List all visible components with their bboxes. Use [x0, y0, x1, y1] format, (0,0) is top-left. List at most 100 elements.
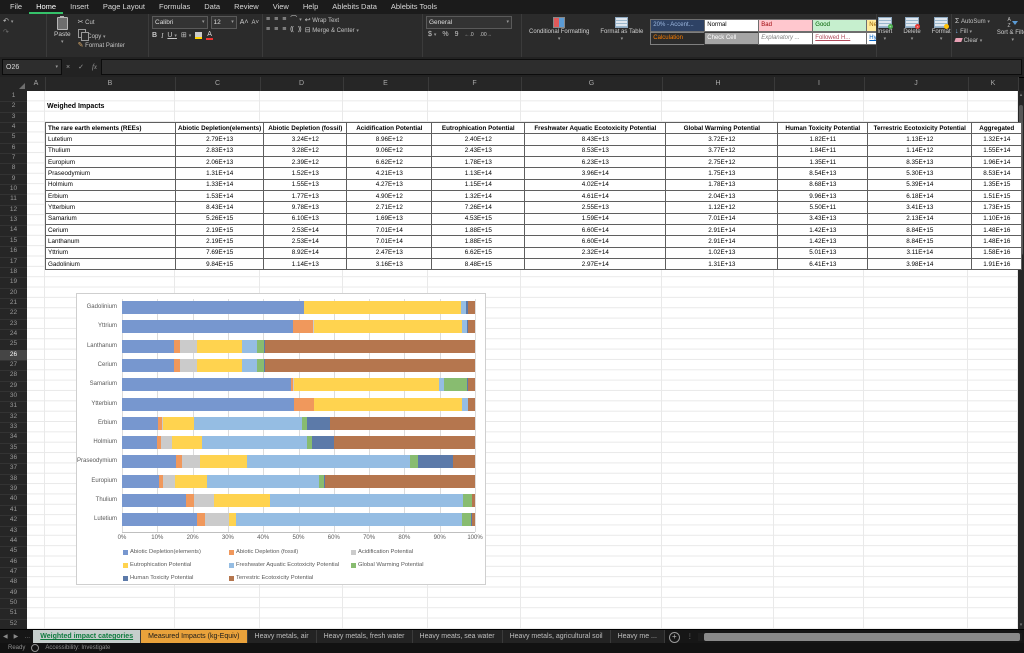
- sort-filter-button[interactable]: AZ Sort & Filter▾: [993, 16, 1024, 44]
- percent-style-icon[interactable]: %: [442, 31, 448, 39]
- sheet-tab-weighted-impact-categories[interactable]: Weighted impact categories: [33, 630, 141, 644]
- column-header-b[interactable]: B: [45, 77, 176, 91]
- chart-segment-abiotic-depletion-fossil[interactable]: [197, 513, 206, 526]
- sheet-tab-heavy-metals-agricultural-soil[interactable]: Heavy metals, agricultural soil: [503, 630, 611, 644]
- column-header-k[interactable]: K: [968, 77, 1019, 91]
- formula-cancel-icon[interactable]: ×: [62, 64, 74, 71]
- table-cell[interactable]: 5.39E+14: [868, 179, 972, 190]
- chart-legend-item-human-toxicity-potential[interactable]: Human Toxicity Potential: [123, 575, 193, 581]
- menu-tab-review[interactable]: Review: [227, 0, 266, 14]
- table-cell[interactable]: 3.41E+13: [868, 202, 972, 213]
- table-header-abiotic-depletion-fossil[interactable]: Abiotic Depletion (fossil): [264, 123, 347, 134]
- chart-bar-praseodymium[interactable]: [122, 455, 475, 468]
- table-cell[interactable]: 5.01E+13: [778, 247, 868, 258]
- chart-segment-human-toxicity-potential[interactable]: [312, 436, 335, 449]
- table-cell[interactable]: 2.97E+14: [525, 259, 666, 270]
- chart-segment-abiotic-depletion-elements[interactable]: [122, 398, 294, 411]
- sheet-tab-heavy-metals-fresh-water[interactable]: Heavy metals, fresh water: [317, 630, 413, 644]
- table-header-freshwater-aquatic-ecotoxicity-potential[interactable]: Freshwater Aquatic Ecotoxicity Potential: [525, 123, 666, 134]
- align-top-icon[interactable]: ≡: [266, 16, 270, 24]
- paste-button[interactable]: Paste ▾: [50, 16, 75, 46]
- table-cell[interactable]: 8.43E+13: [525, 134, 666, 145]
- table-cell[interactable]: 7.01E+14: [347, 225, 432, 236]
- table-cell[interactable]: 1.42E+13: [778, 236, 868, 247]
- chart-segment-global-warming-potential[interactable]: [257, 359, 264, 372]
- align-center-icon[interactable]: ≡: [274, 26, 278, 34]
- style-chip-hyperlink[interactable]: Hyperlink: [866, 32, 877, 45]
- new-sheet-button[interactable]: +: [669, 632, 680, 643]
- chart-segment-terrestric-ecotoxicity-potential[interactable]: [472, 513, 475, 526]
- table-cell[interactable]: Erbium: [46, 191, 176, 202]
- fill-button[interactable]: ↓ Fill ▾: [955, 28, 990, 36]
- chart-segment-freshwater-aquatic-ecotoxicity-potential[interactable]: [270, 494, 464, 507]
- table-cell[interactable]: 8.53E+14: [972, 168, 1022, 179]
- chart-bar-yttrium[interactable]: [122, 320, 475, 333]
- wrap-text-button[interactable]: ↩ Wrap Text: [305, 17, 359, 25]
- table-cell[interactable]: Lanthanum: [46, 236, 176, 247]
- table-cell[interactable]: 4.02E+14: [525, 179, 666, 190]
- table-header-global-warming-potential[interactable]: Global Warming Potential: [666, 123, 778, 134]
- table-cell[interactable]: 8.92E+14: [264, 247, 347, 258]
- table-cell[interactable]: 1.53E+14: [176, 191, 264, 202]
- table-cell[interactable]: 1.69E+13: [347, 213, 432, 224]
- chart-segment-terrestric-ecotoxicity-potential[interactable]: [472, 494, 475, 507]
- chart-segment-terrestric-ecotoxicity-potential[interactable]: [468, 301, 475, 314]
- table-cell[interactable]: 5.50E+11: [778, 202, 868, 213]
- menu-tab-page-layout[interactable]: Page Layout: [96, 0, 152, 14]
- table-cell[interactable]: Lutetium: [46, 134, 176, 145]
- table-cell[interactable]: 6.62E+15: [432, 247, 525, 258]
- chart-bar-cerium[interactable]: [122, 359, 475, 372]
- chart-segment-freshwater-aquatic-ecotoxicity-potential[interactable]: [194, 417, 302, 430]
- table-cell[interactable]: 8.54E+13: [778, 168, 868, 179]
- font-name-select[interactable]: Calibri▾: [152, 16, 208, 29]
- table-cell[interactable]: 2.91E+14: [666, 225, 778, 236]
- align-right-icon[interactable]: ≡: [282, 26, 286, 34]
- table-cell[interactable]: 1.14E+13: [264, 259, 347, 270]
- merge-center-button[interactable]: ⊟ Merge & Center ▾: [305, 27, 359, 35]
- table-cell[interactable]: 3.98E+14: [868, 259, 972, 270]
- chart-segment-abiotic-depletion-elements[interactable]: [122, 378, 291, 391]
- table-cell[interactable]: 1.51E+15: [972, 191, 1022, 202]
- table-cell[interactable]: Cerium: [46, 225, 176, 236]
- table-cell[interactable]: 1.78E+13: [432, 157, 525, 168]
- chart-segment-acidification-potential[interactable]: [194, 494, 215, 507]
- table-header-human-toxicity-potential[interactable]: Human Toxicity Potential: [778, 123, 868, 134]
- chart-bar-europium[interactable]: [122, 475, 475, 488]
- chart-legend-item-abiotic-depletion-elements[interactable]: Abiotic Depletion(elements): [123, 549, 201, 555]
- table-cell[interactable]: 2.04E+13: [666, 191, 778, 202]
- chart-segment-terrestric-ecotoxicity-potential[interactable]: [325, 475, 475, 488]
- table-cell[interactable]: Thulium: [46, 145, 176, 156]
- chart-segment-abiotic-depletion-elements[interactable]: [122, 436, 157, 449]
- style-chip-calculation[interactable]: Calculation: [650, 32, 708, 45]
- chart-segment-abiotic-depletion-fossil[interactable]: [293, 320, 313, 333]
- sheet-nav-next-icon[interactable]: ▶: [11, 630, 22, 644]
- table-cell[interactable]: 4.61E+14: [525, 191, 666, 202]
- menu-tab-ablebits-data[interactable]: Ablebits Data: [325, 0, 384, 14]
- formula-enter-icon[interactable]: ✓: [74, 63, 88, 71]
- style-chip-good[interactable]: Good: [812, 19, 870, 32]
- font-size-select[interactable]: 12▾: [211, 16, 237, 29]
- menu-tab-view[interactable]: View: [266, 0, 296, 14]
- table-cell[interactable]: 3.72E+12: [666, 134, 778, 145]
- shrink-font-icon[interactable]: A˅: [251, 19, 259, 27]
- table-cell[interactable]: 4.21E+13: [347, 168, 432, 179]
- table-cell[interactable]: 6.18E+14: [868, 191, 972, 202]
- table-cell[interactable]: Ytterbium: [46, 202, 176, 213]
- table-cell[interactable]: 1.48E+16: [972, 236, 1022, 247]
- cut-button[interactable]: ✂ Cut: [78, 19, 125, 27]
- chart-segment-acidification-potential[interactable]: [205, 513, 229, 526]
- chart-segment-terrestric-ecotoxicity-potential[interactable]: [468, 378, 475, 391]
- chart-segment-eutrophication-potential[interactable]: [314, 320, 462, 333]
- chart-segment-terrestric-ecotoxicity-potential[interactable]: [453, 455, 475, 468]
- chart-segment-acidification-potential[interactable]: [163, 475, 175, 488]
- chart-segment-abiotic-depletion-fossil[interactable]: [294, 398, 314, 411]
- format-as-table-button[interactable]: Format as Table ▾: [596, 16, 647, 43]
- column-header-a[interactable]: A: [27, 77, 46, 91]
- table-cell[interactable]: 5.30E+13: [868, 168, 972, 179]
- decrease-decimal-icon[interactable]: .00→: [480, 31, 492, 39]
- chart-segment-freshwater-aquatic-ecotoxicity-potential[interactable]: [247, 455, 411, 468]
- table-cell[interactable]: Yttrium: [46, 247, 176, 258]
- chart-segment-global-warming-potential[interactable]: [410, 455, 417, 468]
- chart-segment-acidification-potential[interactable]: [161, 436, 172, 449]
- menu-tab-help[interactable]: Help: [296, 0, 325, 14]
